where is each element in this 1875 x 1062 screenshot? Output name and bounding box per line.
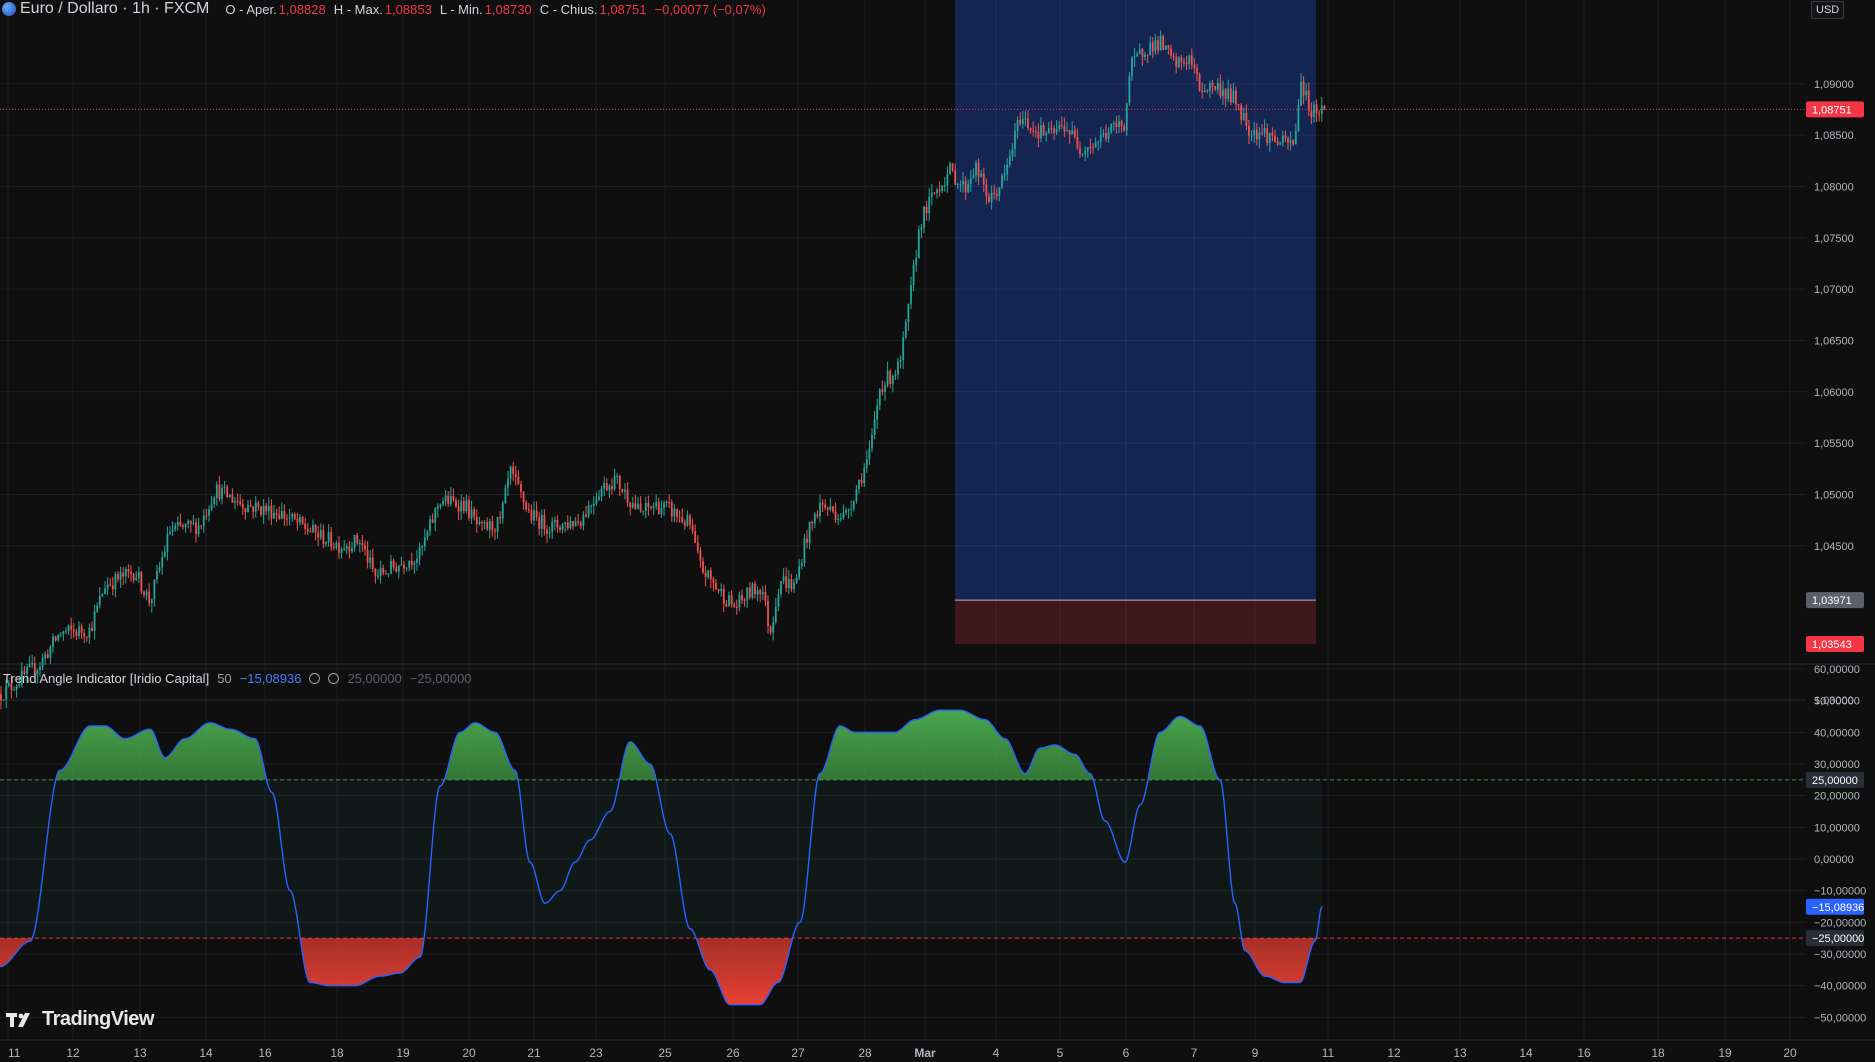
time-tick-label: 16 [258,1046,272,1060]
candle [1323,105,1326,110]
circle-icon [328,673,340,684]
indicator-tick-label: 60,00000 [1814,664,1860,676]
time-tick-label: 7 [1191,1046,1198,1060]
time-tick-label: 26 [726,1046,740,1060]
indicator-tick-label: −20,00000 [1814,917,1866,929]
indicator-lower: −25,00000 [409,671,472,686]
low-value: 1,08730 [484,1,532,17]
indicator-tick-label: −30,00000 [1814,949,1866,961]
stop-price-badge: 1,03543 [1812,639,1852,651]
indicator-tick-label: 30,00000 [1814,759,1860,771]
open-label: O - Aper. [225,1,277,17]
time-tick-label: 5 [1057,1046,1064,1060]
high-value: 1,08853 [384,1,432,17]
candle [803,533,806,568]
price-tick-label: 1,07500 [1814,233,1854,245]
price-tick-label: 1,07000 [1814,284,1854,296]
time-tick-label: 6 [1123,1046,1130,1060]
time-tick-label: 12 [1387,1046,1401,1060]
candle [226,484,229,498]
candle [1198,72,1201,92]
close-value: 1,08751 [599,1,647,17]
indicator-upper: 25,00000 [347,671,402,686]
change-value: −0,00077 (−0,07%) [654,1,766,17]
time-tick-label: 23 [589,1046,603,1060]
time-tick-label: 4 [993,1046,1000,1060]
price-tick-label: 1,08500 [1814,130,1854,142]
time-tick-label: 20 [1783,1046,1797,1060]
candle [904,319,907,340]
indicator-tick-label: −50,00000 [1814,1012,1866,1024]
time-tick-label: Mar [914,1046,936,1060]
price-tick-label: 1,06500 [1814,335,1854,347]
price-tick-label: 1,04500 [1814,541,1854,553]
open-value: 1,08828 [278,1,326,17]
time-tick-label: 28 [858,1046,872,1060]
price-tick-label: 1,05000 [1814,489,1854,501]
currency-button[interactable]: USD [1811,1,1845,19]
indicator-value: −15,08936 [239,671,302,686]
price-tick-label: 1,09000 [1814,79,1854,91]
circle-icon [309,673,321,684]
indicator-tick-label: 50,00000 [1814,696,1860,708]
time-tick-label: 14 [199,1046,213,1060]
indicator-tick-label: 20,00000 [1814,791,1860,803]
price-tick-label: 1,05500 [1814,438,1854,450]
time-tick-label: 11 [8,1046,21,1060]
tradingview-logo-icon [6,1012,30,1027]
indicator-tick-label: −10,00000 [1814,886,1866,898]
candle [751,581,754,600]
candle [917,225,920,259]
indicator-name[interactable]: Trend Angle Indicator [Iridio Capital] [3,671,209,686]
chart-canvas[interactable]: 1,09000 1,08500 1,08000 1,07500 1,07000 1,065… [0,0,1875,1062]
candle [1177,56,1180,69]
symbol-title[interactable]: Euro / Dollaro · 1h · FXCM [20,0,209,18]
indicator-tick-label: 10,00000 [1814,822,1860,834]
last-price-badge: 1,08751 [1812,104,1852,116]
close-label: C - Chius. [539,1,598,17]
candle [1164,45,1167,50]
time-tick-label: 9 [1252,1046,1259,1060]
time-tick-label: 19 [396,1046,410,1060]
brand-logo[interactable]: TradingView [6,1008,154,1031]
time-tick-label: 13 [133,1046,147,1060]
candle [1001,173,1003,190]
candle [1162,34,1165,51]
indicator-header: Trend Angle Indicator [Iridio Capital] 5… [3,671,472,686]
time-tick-label: 18 [1651,1046,1665,1060]
indicator-tick-label: 0,00000 [1814,854,1854,866]
time-tick-label: 14 [1519,1046,1533,1060]
time-tick-label: 27 [791,1046,805,1060]
time-tick-label: 13 [1453,1046,1467,1060]
upper-threshold-badge: 25,00000 [1812,775,1858,787]
symbol-flag-icon [2,2,16,16]
indicator-length: 50 [217,671,232,686]
indicator-tick-label: 40,00000 [1814,727,1860,739]
time-tick-label: 21 [527,1046,541,1060]
position-target-zone [955,0,1316,601]
position-stop-zone [955,600,1316,645]
indicator-tick-label: −40,00000 [1814,981,1866,993]
candle [1128,72,1131,106]
time-tick-label: 12 [66,1046,80,1060]
brand-name: TradingView [42,1008,154,1030]
low-label: L - Min. [439,1,483,17]
price-tick-label: 1,08000 [1814,181,1854,193]
lower-threshold-badge: −25,00000 [1812,933,1864,945]
price-tick-label: 1,06000 [1814,387,1854,399]
indicator-value-badge: −15,08936 [1812,902,1864,914]
entry-price-badge: 1,03971 [1812,595,1852,607]
time-tick-label: 11 [1322,1046,1335,1060]
candle [140,570,143,595]
symbol-header: Euro / Dollaro · 1h · FXCM O - Aper. 1,0… [0,0,766,18]
time-tick-label: 18 [330,1046,344,1060]
high-label: H - Max. [333,1,383,17]
time-tick-label: 20 [462,1046,476,1060]
time-tick-label: 25 [658,1046,672,1060]
time-tick-label: 16 [1577,1046,1591,1060]
time-tick-label: 19 [1718,1046,1732,1060]
